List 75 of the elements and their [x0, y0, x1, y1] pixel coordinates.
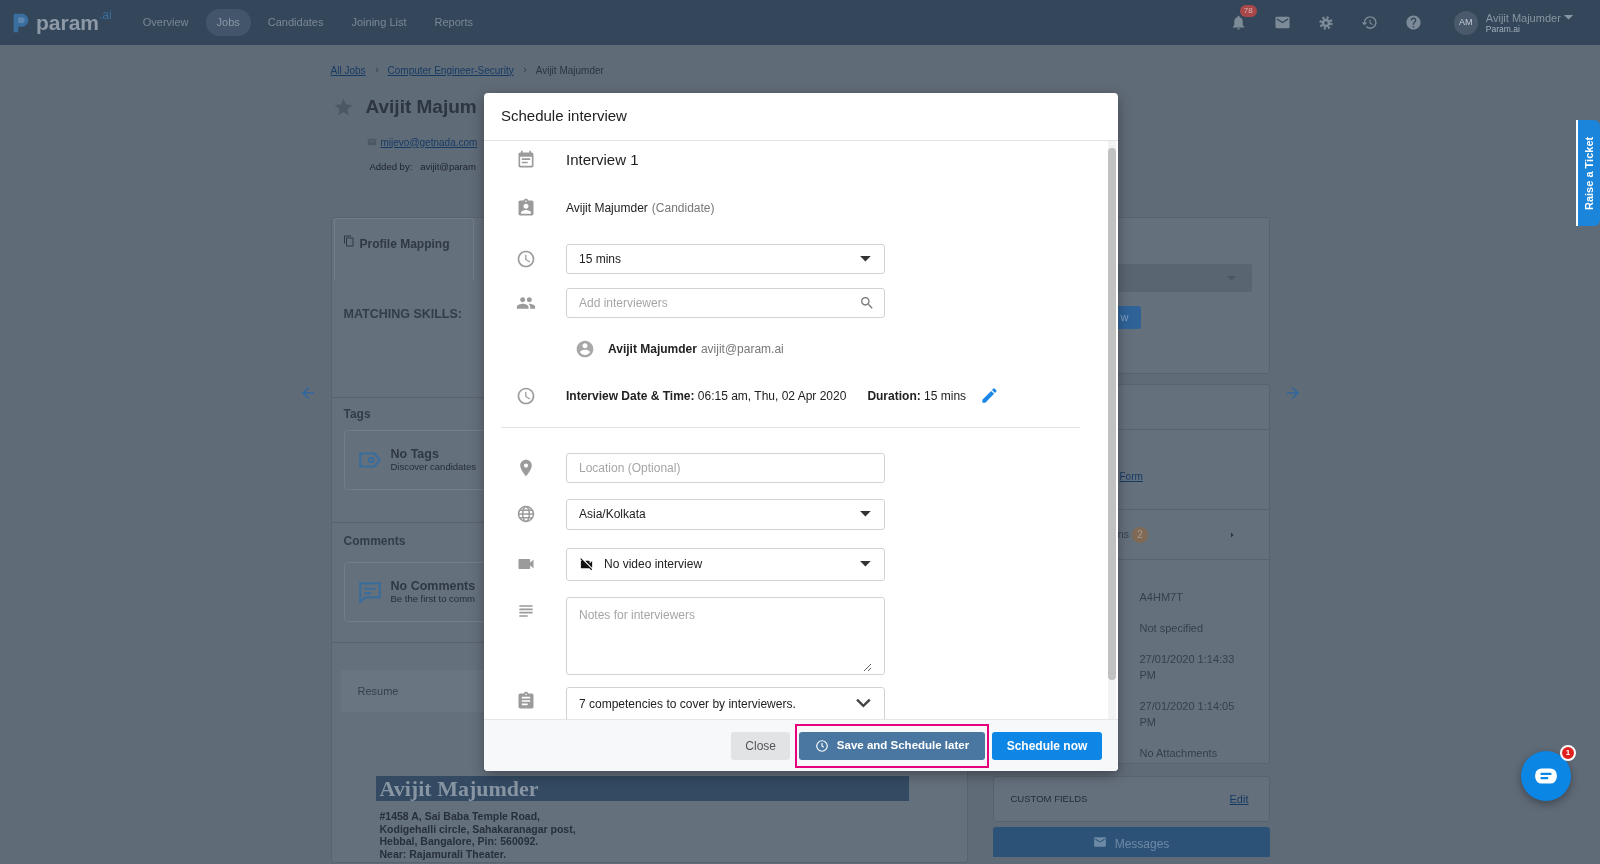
empty-state-title: No Tags	[390, 447, 440, 461]
timezone-select[interactable]: Asia/Kolkata	[566, 498, 885, 530]
schedule-now-button[interactable]: Schedule now	[992, 731, 1102, 760]
clock-icon	[814, 738, 829, 753]
added-by-label: Added by:	[369, 159, 413, 174]
clock-icon	[515, 385, 536, 406]
resume-name: Avijit Majumder	[375, 776, 909, 801]
interview-duration: Duration: 15 mins	[867, 387, 967, 405]
globe-icon	[515, 504, 536, 524]
candidate-name: Avijit Majum	[365, 94, 477, 119]
caret-icon	[859, 254, 872, 263]
history-icon[interactable]	[1360, 14, 1378, 31]
profile-tab[interactable]: Profile Mapping	[333, 218, 474, 280]
chat-button[interactable]	[1521, 751, 1571, 801]
user-avatar[interactable]: AM	[1453, 10, 1478, 35]
avatar-icon	[575, 338, 595, 359]
breadcrumb-item: Avijit Majumder	[535, 63, 604, 78]
messages-button[interactable]: Messages	[992, 827, 1270, 857]
competencies-dropdown[interactable]: 7 competencies to cover by interviewers.	[566, 686, 885, 719]
copy-icon	[342, 235, 355, 247]
nav-tab[interactable]: Candidates	[256, 9, 335, 36]
help-icon[interactable]	[1404, 14, 1422, 31]
logo-text: param	[36, 12, 100, 33]
unread-badge: 1	[1560, 745, 1576, 761]
user-name[interactable]: Avijit Majumder	[1485, 11, 1561, 24]
search-icon[interactable]	[859, 294, 875, 311]
logo-suffix: .ai	[99, 9, 112, 21]
close-button[interactable]: Close	[731, 731, 790, 760]
edit-link[interactable]: Edit	[1229, 790, 1249, 808]
scrollbar[interactable]	[1108, 141, 1116, 719]
video-select[interactable]: No video interview	[566, 547, 885, 581]
address-line: Hebbal, Bangalore, Pin: 560092.	[379, 835, 540, 848]
nav-tab[interactable]: Reports	[423, 9, 485, 36]
user-organization: Param.ai	[1485, 23, 1520, 34]
location-field[interactable]: Location (Optional)	[566, 452, 885, 483]
interviewer-name: Avijit Majumder	[608, 340, 697, 358]
candidate-role: (Candidate)	[651, 199, 715, 217]
address-line: Near: Rajamurali Theater.	[379, 847, 508, 860]
interviewer-search-field[interactable]: Add interviewers	[566, 287, 885, 318]
interview-name: Interview 1	[566, 150, 639, 170]
interviewer-email: avijit@param.ai	[700, 340, 784, 358]
dropdown-field[interactable]	[1117, 264, 1252, 292]
empty-state-title: No Comments	[390, 579, 476, 593]
empty-state-hint: Be the first to comm	[390, 593, 476, 605]
address-line: Kodigehalli circle, Sahakaranagar post,	[379, 822, 577, 835]
nav-tab[interactable]: Jobs	[205, 9, 251, 36]
form-link[interactable]: Form	[1119, 469, 1143, 484]
notes-field[interactable]: Notes for interviewers	[566, 596, 885, 675]
candidate-name: Avijit Majumder	[566, 199, 648, 217]
caret-icon	[859, 560, 872, 568]
dialog-title: Schedule interview	[484, 93, 1118, 141]
duration-select[interactable]: 15 mins	[566, 243, 885, 274]
nav-tab[interactable]: Joining List	[340, 9, 418, 36]
address-line: #1458 A, Sai Baba Temple Road,	[379, 810, 541, 823]
breadcrumb-item[interactable]: Computer Engineer-Security	[387, 62, 514, 78]
empty-state-hint: Discover candidates	[390, 461, 477, 473]
action-button[interactable]: w	[1117, 306, 1141, 329]
email-link[interactable]: mijevo@getnada.com	[380, 134, 478, 150]
mail-icon	[1092, 835, 1107, 849]
caret-icon[interactable]	[1562, 14, 1574, 21]
notification-count: 78	[1239, 5, 1257, 17]
section-heading: CUSTOM FIELDS	[1010, 791, 1088, 806]
chevron-down-icon	[855, 698, 872, 709]
caret-icon	[859, 510, 872, 518]
interview-date-time: Interview Date & Time: 06:15 am, Thu, 02 Apr 2020	[566, 387, 847, 405]
breadcrumb-item[interactable]: All Jobs	[330, 62, 366, 78]
nav-tab[interactable]: Overview	[131, 9, 200, 36]
mail-icon[interactable]	[1273, 14, 1291, 31]
raise-ticket-tab[interactable]: Raise a Ticket	[1576, 120, 1600, 226]
comment-icon	[356, 579, 383, 605]
settings-icon[interactable]	[1317, 14, 1334, 31]
added-by-value: avijit@param	[420, 159, 476, 174]
clock-icon	[515, 248, 536, 269]
save-later-button[interactable]: Save and Schedule later	[799, 731, 985, 760]
video-off-icon	[579, 556, 594, 572]
